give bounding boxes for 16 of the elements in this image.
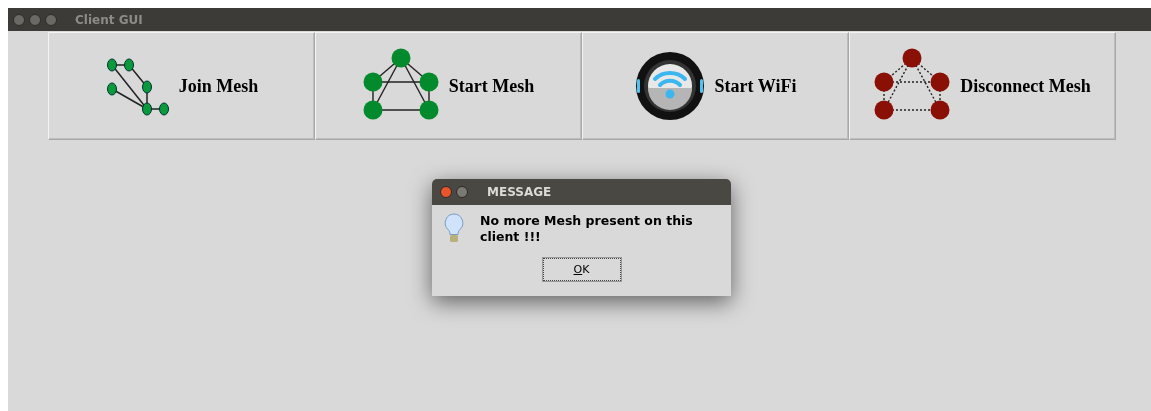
close-button[interactable]: [440, 186, 452, 198]
message-text: No more Mesh present on this client !!!: [480, 213, 694, 245]
lightbulb-icon: [444, 213, 464, 245]
minimize-button[interactable]: [29, 13, 41, 26]
maximize-button[interactable]: [456, 186, 468, 198]
toolbar-button[interactable]: Start Mesh: [315, 32, 582, 140]
toolbar-button[interactable]: Join Mesh: [48, 32, 315, 140]
wifi-icon: [634, 51, 705, 121]
ok-button[interactable]: OK: [542, 258, 621, 281]
maximize-button[interactable]: [45, 13, 57, 26]
window-title: Client GUI: [75, 12, 143, 27]
toolbar-button[interactable]: Start WiFi: [582, 32, 849, 140]
node-graph-icon: [104, 55, 169, 117]
toolbar-button[interactable]: Disconnect Mesh: [849, 32, 1116, 140]
close-button[interactable]: [13, 13, 25, 26]
dialog-title: MESSAGE: [487, 185, 552, 199]
